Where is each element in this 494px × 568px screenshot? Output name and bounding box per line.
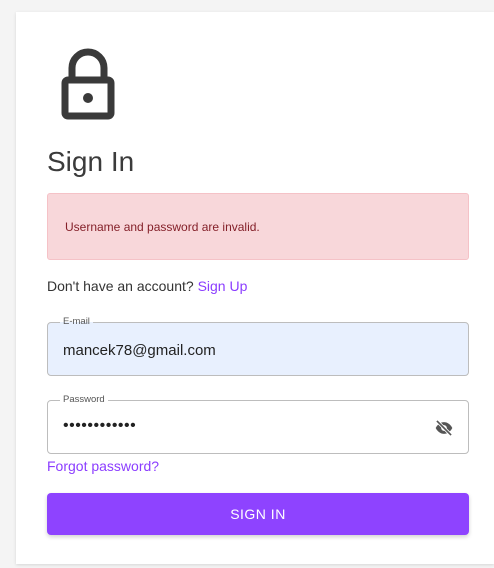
- signup-prompt-text: Don't have an account?: [47, 278, 194, 294]
- forgot-password-link[interactable]: Forgot password?: [47, 458, 159, 474]
- signup-prompt: Don't have an account? Sign Up: [47, 277, 247, 295]
- sign-up-link[interactable]: Sign Up: [198, 278, 248, 294]
- email-field-value[interactable]: mancek78@gmail.com: [63, 342, 216, 360]
- eye-off-icon[interactable]: [434, 418, 454, 438]
- lock-icon: [61, 48, 115, 120]
- sign-in-button[interactable]: SIGN IN: [47, 493, 469, 535]
- password-field-value[interactable]: ••••••••••••: [63, 417, 136, 435]
- password-field[interactable]: Password ••••••••••••: [47, 394, 469, 454]
- email-field-label: E-mail: [60, 316, 93, 328]
- password-field-label: Password: [60, 394, 108, 406]
- email-field[interactable]: E-mail mancek78@gmail.com: [47, 316, 469, 376]
- error-alert: Username and password are invalid.: [47, 193, 469, 260]
- page-title: Sign In: [47, 146, 135, 177]
- error-alert-message: Username and password are invalid.: [65, 219, 260, 234]
